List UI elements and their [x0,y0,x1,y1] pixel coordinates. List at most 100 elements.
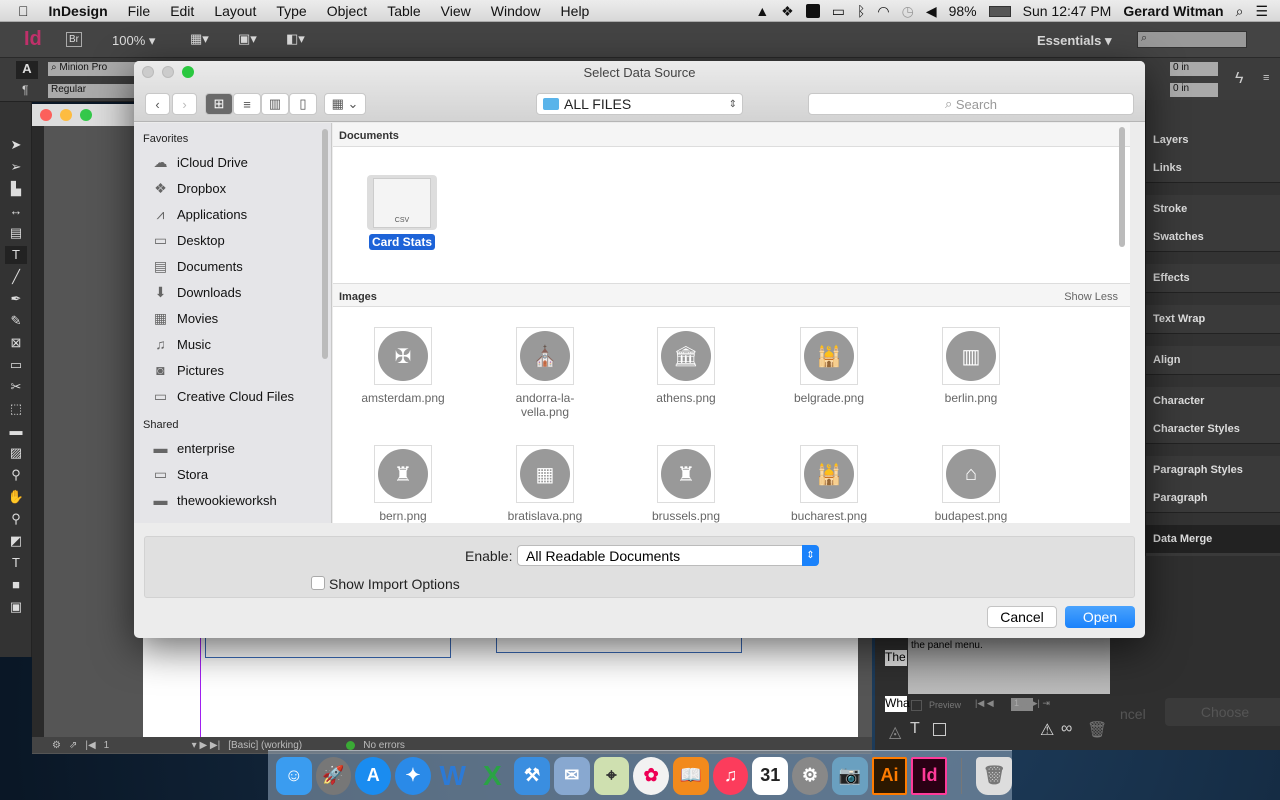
pencil-tool-icon[interactable]: ✎ [5,312,27,330]
indesign-icon[interactable]: Id [911,756,948,795]
excel-icon[interactable]: X [475,757,511,795]
sidebar-scrollbar[interactable] [322,129,328,359]
cancel-button[interactable]: Cancel [987,606,1057,628]
xcode-icon[interactable]: ⚒ [514,756,550,795]
menu-app[interactable]: InDesign [49,3,108,19]
pen-tool-icon[interactable]: ✒ [5,290,27,308]
open-in-window-icon[interactable]: ⇗ [69,740,77,751]
launchpad-icon[interactable]: 🚀 [315,756,352,795]
maps-icon[interactable]: ⌖ [593,756,630,795]
safari-icon[interactable]: ✦ [395,756,431,795]
drive-icon[interactable]: ▲ [755,3,769,19]
system-preferences-icon[interactable]: ⚙ [792,756,828,795]
itunes-icon[interactable]: ♫ [712,756,749,795]
menu-type[interactable]: Type [276,3,306,19]
image-capture-icon[interactable]: 📷 [831,756,868,795]
menu-window[interactable]: Window [491,3,541,19]
panel-swatches[interactable]: Swatches [1146,223,1280,251]
free-transform-tool-icon[interactable]: ⬚ [5,400,27,418]
preflight-profile[interactable]: [Basic] (working) [228,740,338,751]
sidebar-item-pictures[interactable]: ◙ Pictures [134,357,331,383]
preflight-icon[interactable]: ⚙ [52,740,61,751]
preview-checkbox[interactable] [911,700,922,711]
workspace-switcher[interactable]: Essentials ▾ [1037,33,1111,49]
trash-icon[interactable]: 🗑 [1087,720,1107,740]
user-name[interactable]: Gerard Witman [1123,3,1223,19]
selection-tool-icon[interactable]: ➤ [5,136,27,154]
rectangle-frame-tool-icon[interactable]: ⊠ [5,334,27,352]
image-file-item[interactable]: ▦ bratislava.png [485,445,605,523]
dropbox-icon[interactable]: ❖ [781,3,794,20]
screen-mode-icon[interactable]: ▣ [5,598,27,616]
back-button[interactable]: ‹ [145,93,170,115]
show-import-options-checkbox[interactable] [311,576,325,590]
battery-percent[interactable]: 98% [949,3,977,19]
menu-view[interactable]: View [441,3,471,19]
warning-icon[interactable]: ⚠ [1040,720,1054,740]
forward-button[interactable]: › [172,93,197,115]
sidebar-item-creative-cloud-files[interactable]: ▭ Creative Cloud Files [134,383,331,409]
doc-minimize-button[interactable] [60,109,72,121]
image-file-item[interactable]: 🏛 athens.png [626,327,746,405]
direct-selection-tool-icon[interactable]: ➢ [5,158,27,176]
zoom-level-dropdown[interactable]: 100% ▾ [112,33,155,49]
normal-mode-icon[interactable]: ■ [5,576,27,594]
record-navigation[interactable]: |◀ ◀ ▶ ▶| ⇥ [975,698,1050,709]
sidebar-item-thewookieworksh[interactable]: ▬ thewookieworksh [134,487,331,513]
image-file-item[interactable]: ⛪ andorra-la-vella.png [485,327,605,419]
ibooks-icon[interactable]: 📖 [673,756,709,795]
first-page-button[interactable]: |◀ [85,740,95,751]
sidebar-item-music[interactable]: ♫ Music [134,331,331,357]
offset-field-2[interactable]: 0 in [1170,83,1218,97]
panel-links[interactable]: Links [1146,154,1280,182]
menu-edit[interactable]: Edit [170,3,194,19]
enable-dropdown[interactable]: All Readable Documents ⇕ [517,545,819,566]
quick-apply-icon[interactable]: ϟ [1235,70,1243,88]
font-style-field[interactable]: Regular [48,84,138,98]
file-item-card-stats[interactable]: CSV Card Stats [367,175,439,250]
notification-center-icon[interactable]: ☰ [1255,3,1268,20]
wifi-icon[interactable]: ◠ [877,3,889,20]
scissors-tool-icon[interactable]: ✂ [5,378,27,396]
bluetooth-icon[interactable]: ᛒ [857,3,865,19]
airplay-icon[interactable]: ▭ [832,3,845,20]
sidebar-item-applications[interactable]: ⩘ Applications [134,201,331,227]
eyedropper-tool-icon[interactable]: ⚲ [5,466,27,484]
illustrator-icon[interactable]: Ai [871,756,908,795]
screen-mode-icon[interactable]: ▣▾ [238,31,257,47]
open-button[interactable]: Open [1065,606,1135,628]
frame-icon[interactable] [933,723,946,736]
cancel-button-bg[interactable]: ncel [1120,706,1146,722]
panel-paragraph-styles[interactable]: Paragraph Styles [1146,456,1280,484]
sidebar-item-documents[interactable]: ▤ Documents [134,253,331,279]
zoom-tool-icon[interactable]: ⚲ [5,510,27,528]
location-dropdown[interactable]: ALL FILES ⇕ [536,93,743,115]
offset-field-1[interactable]: 0 in [1170,62,1218,76]
gradient-tool-icon[interactable]: ▬ [5,422,27,440]
font-family-field[interactable]: ⌕ Minion Pro [48,62,138,76]
cover-flow-button[interactable]: ▯ [289,93,317,115]
panel-character[interactable]: Character [1146,387,1280,415]
paragraph-controls-icon[interactable]: ¶ [22,83,28,97]
panel-stroke[interactable]: Stroke [1146,195,1280,223]
page-dropdown-icon[interactable]: ▾ ▶ ▶| [192,740,221,751]
spotlight-icon[interactable]: ⌕ [1236,3,1244,20]
show-import-options-label[interactable]: Show Import Options [329,576,460,592]
fill-stroke-icon[interactable]: ◩ [5,532,27,550]
image-file-item[interactable]: ♜ bern.png [343,445,463,523]
finder-icon[interactable]: ☺ [276,756,312,795]
menu-help[interactable]: Help [561,3,590,19]
show-less-link[interactable]: Show Less [1064,291,1118,303]
preflight-status[interactable]: No errors [363,740,405,751]
battery-icon[interactable] [988,5,1011,17]
doc-close-button[interactable] [40,109,52,121]
menu-table[interactable]: Table [387,3,420,19]
image-file-item[interactable]: ▥ berlin.png [911,327,1031,405]
panel-paragraph[interactable]: Paragraph [1146,484,1280,512]
panel-effects[interactable]: Effects [1146,264,1280,292]
doc-zoom-button[interactable] [80,109,92,121]
sidebar-item-dropbox[interactable]: ❖ Dropbox [134,175,331,201]
sidebar-item-movies[interactable]: ▦ Movies [134,305,331,331]
note-tool-icon[interactable]: ▨ [5,444,27,462]
search-input[interactable]: ⌕ Search [808,93,1134,115]
